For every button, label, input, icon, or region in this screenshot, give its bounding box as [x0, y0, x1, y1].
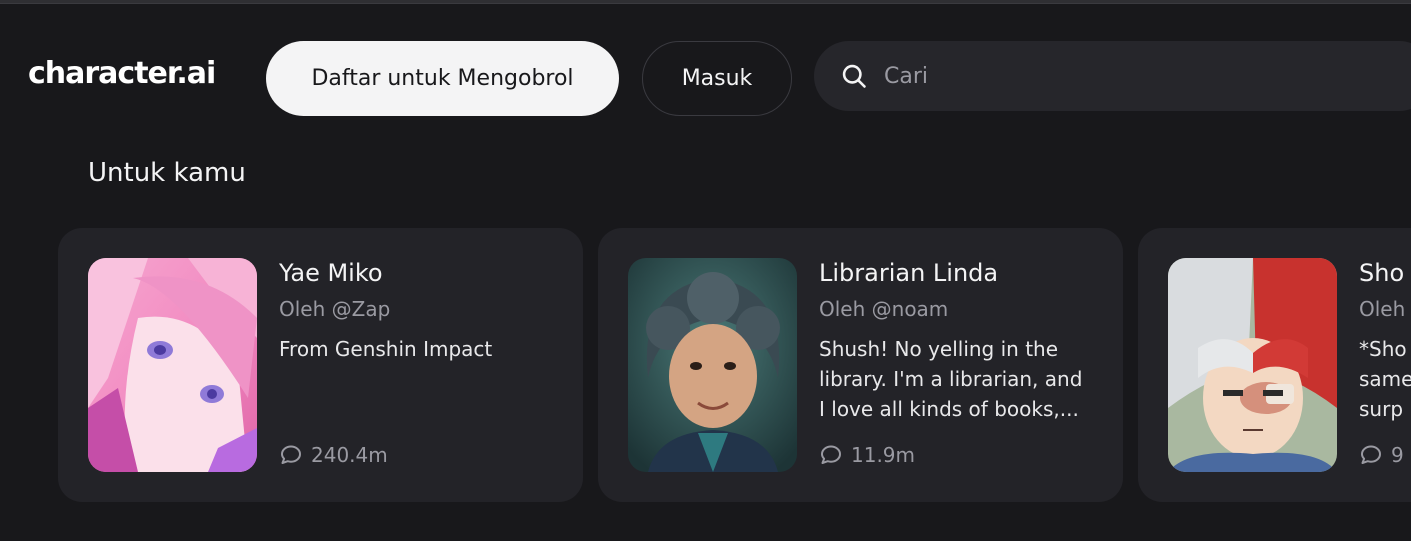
logo[interactable]: character.ai: [28, 56, 216, 91]
character-card-third[interactable]: Sho Oleh *Sho same surp 9: [1138, 228, 1411, 502]
character-description: Shush! No yelling in the library. I'm a …: [819, 337, 1083, 421]
character-description: *Sho same surp: [1359, 337, 1411, 421]
character-author: Oleh: [1359, 297, 1406, 321]
interaction-count: 240.4m: [279, 443, 388, 467]
search-input[interactable]: [884, 63, 1364, 89]
character-name: Librarian Linda: [819, 259, 999, 287]
character-card-yae-miko[interactable]: Yae Miko Oleh @Zap From Genshin Impact 2…: [58, 228, 583, 502]
chat-bubble-icon: [1361, 445, 1381, 464]
interaction-count: 11.9m: [819, 443, 915, 467]
character-avatar: [1168, 258, 1337, 472]
character-avatar: [628, 258, 797, 472]
character-card-librarian-linda[interactable]: Librarian Linda Oleh @noam Shush! No yel…: [598, 228, 1123, 502]
signup-button[interactable]: Daftar untuk Mengobrol: [266, 41, 619, 116]
character-description: From Genshin Impact: [279, 337, 493, 361]
login-button[interactable]: Masuk: [642, 41, 792, 116]
chat-bubble-icon: [821, 445, 841, 464]
interaction-count: 9: [1359, 443, 1404, 467]
character-author: Oleh @noam: [819, 297, 949, 321]
character-name: Sho: [1359, 259, 1405, 287]
interaction-count-value: 9: [1391, 443, 1404, 467]
character-name: Yae Miko: [279, 259, 383, 287]
character-author: Oleh @Zap: [279, 297, 391, 321]
character-avatar: [88, 258, 257, 472]
search-icon: [842, 64, 866, 88]
window-top-border: [0, 0, 1411, 4]
interaction-count-value: 11.9m: [851, 443, 916, 467]
interaction-count-value: 240.4m: [311, 443, 388, 467]
search-bar[interactable]: [814, 41, 1411, 111]
chat-bubble-icon: [281, 445, 301, 464]
section-title: Untuk kamu: [88, 158, 246, 188]
